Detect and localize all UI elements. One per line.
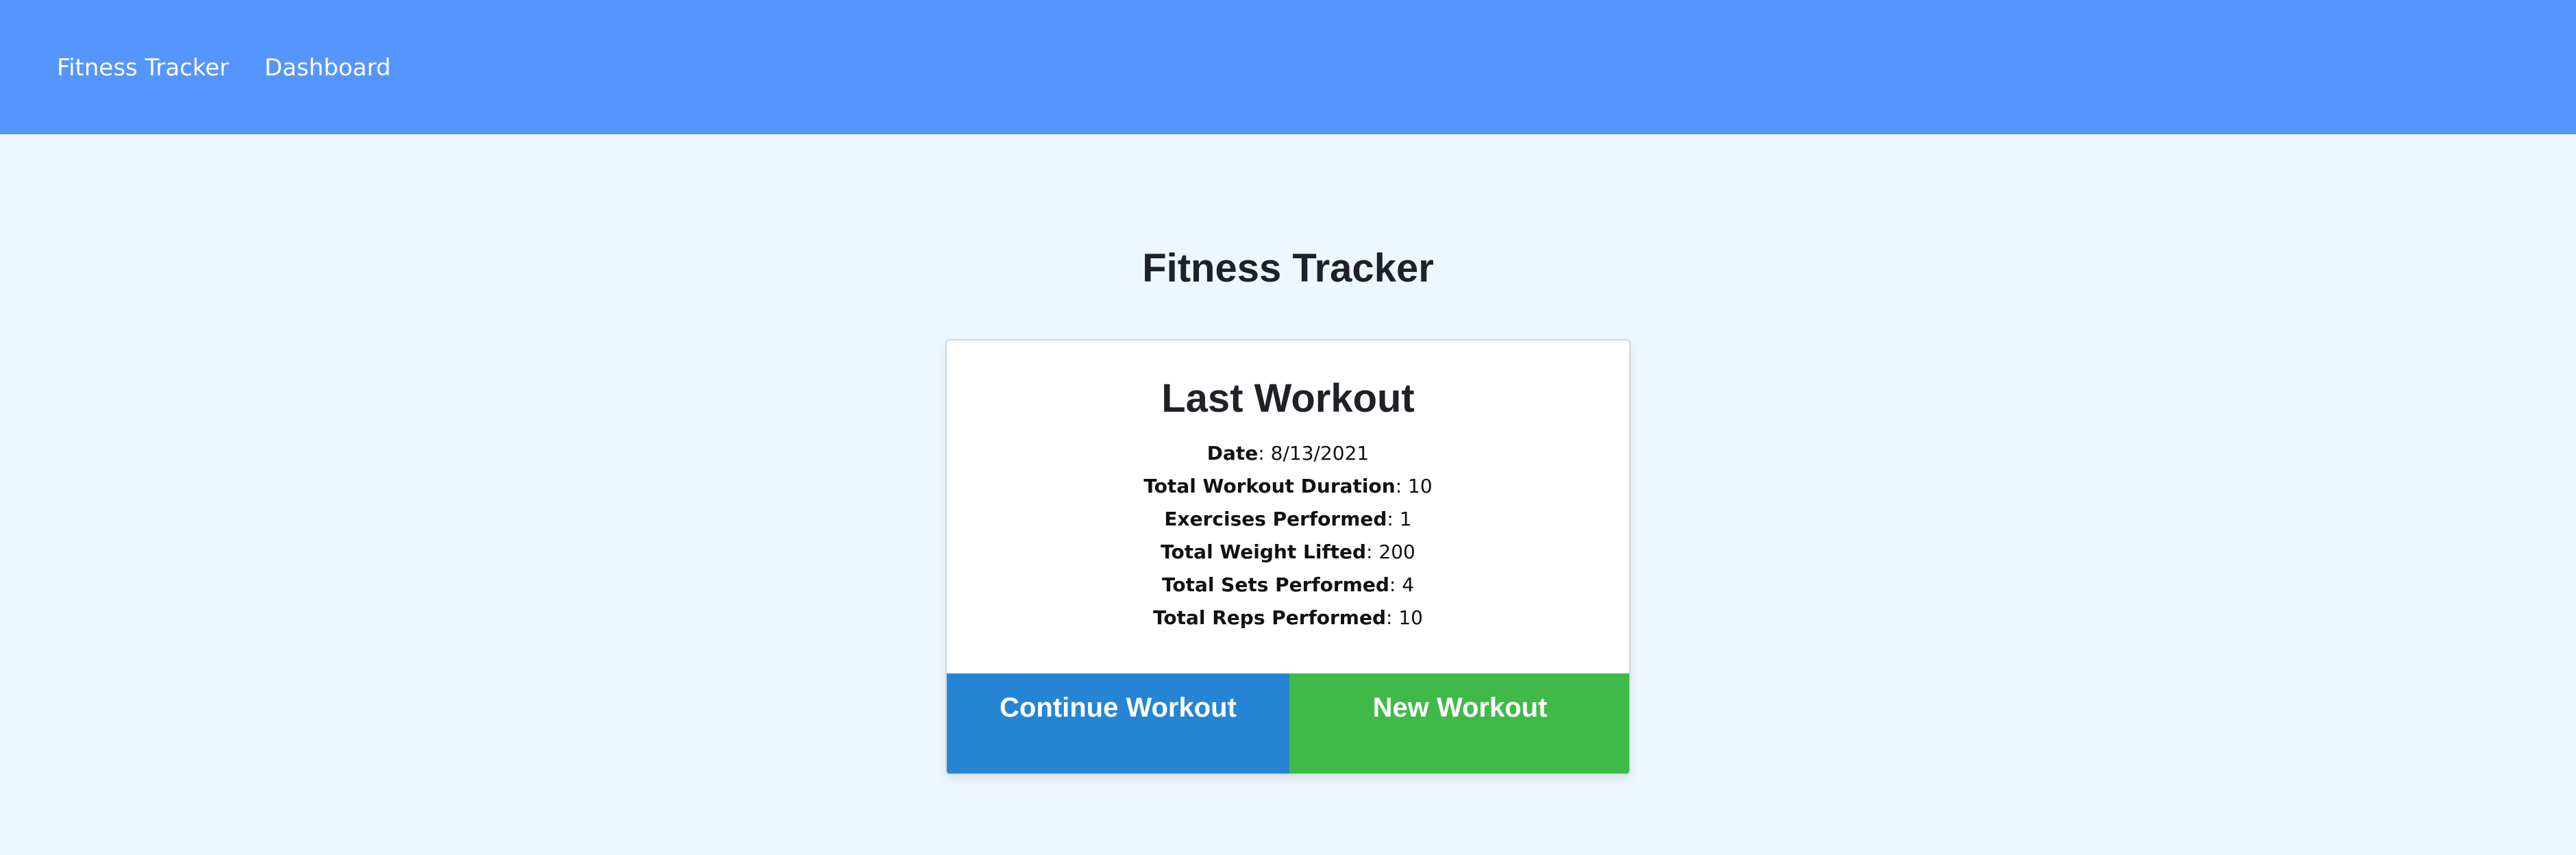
stat-weight: Total Weight Lifted: 200	[947, 536, 1629, 569]
stat-reps: Total Reps Performed: 10	[947, 602, 1629, 634]
stat-value: : 1	[1387, 508, 1412, 530]
stat-label: Date	[1206, 442, 1259, 464]
stat-value: : 4	[1389, 573, 1415, 596]
stat-date: Date: 8/13/2021	[947, 437, 1629, 470]
continue-workout-button[interactable]: Continue Workout	[947, 673, 1289, 773]
nav-brand-link[interactable]: Fitness Tracker	[57, 52, 229, 84]
stat-value: : 10	[1386, 606, 1423, 629]
page-title: Fitness Tracker	[1142, 246, 1434, 290]
stat-value: : 200	[1366, 541, 1415, 563]
stat-exercises: Exercises Performed: 1	[947, 503, 1629, 536]
continue-workout-label: Continue Workout	[1000, 693, 1237, 723]
new-workout-label: New Workout	[1372, 693, 1548, 723]
last-workout-card: Last Workout Date: 8/13/2021 Total Worko…	[945, 339, 1631, 775]
top-navbar: Fitness Tracker Dashboard	[0, 0, 2576, 134]
nav-dashboard-link[interactable]: Dashboard	[264, 52, 391, 84]
stat-duration: Total Workout Duration: 10	[947, 470, 1629, 503]
workout-stats-list: Date: 8/13/2021 Total Workout Duration: …	[947, 437, 1629, 634]
stat-label: Total Workout Duration	[1143, 475, 1396, 497]
card-title: Last Workout	[1161, 376, 1415, 421]
stat-label: Total Weight Lifted	[1161, 541, 1367, 563]
stat-label: Total Sets Performed	[1161, 573, 1389, 596]
stat-value: : 10	[1395, 475, 1433, 497]
stat-label: Exercises Performed	[1164, 508, 1387, 530]
stat-value: : 8/13/2021	[1258, 442, 1370, 464]
new-workout-button[interactable]: New Workout	[1289, 673, 1629, 773]
stat-label: Total Reps Performed	[1153, 606, 1387, 629]
stat-sets: Total Sets Performed: 4	[947, 569, 1629, 602]
